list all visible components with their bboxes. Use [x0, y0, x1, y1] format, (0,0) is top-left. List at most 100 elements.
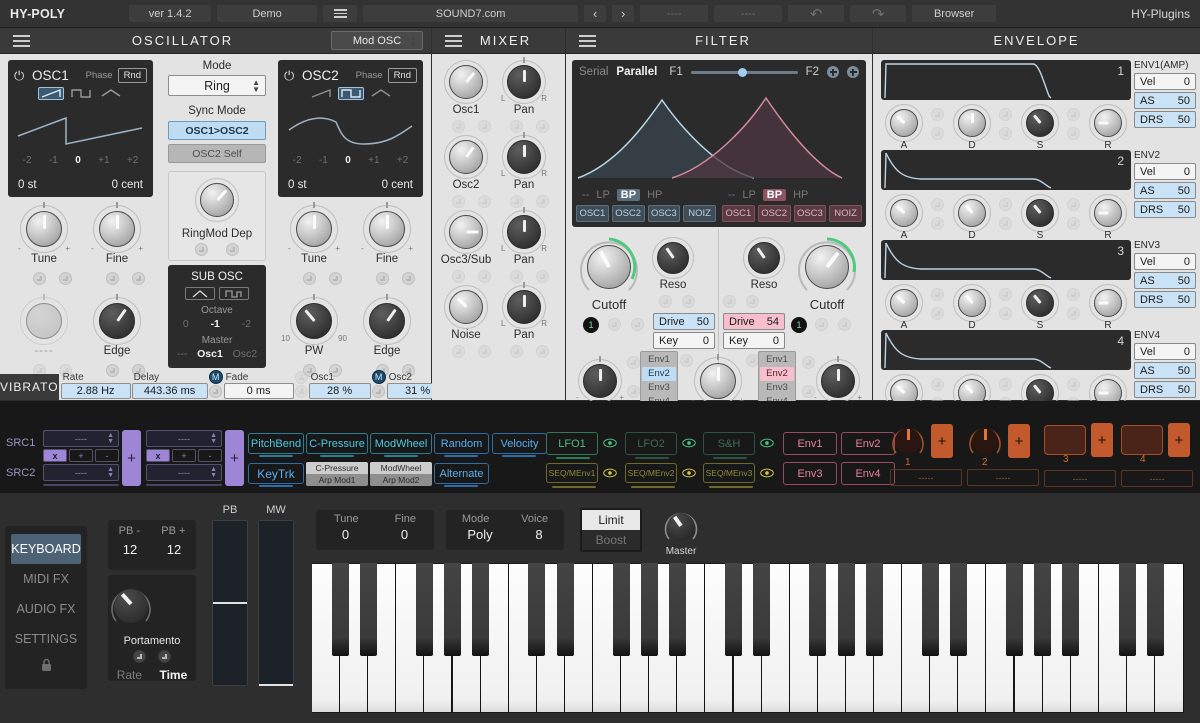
osc1-wave-saw-icon[interactable] [37, 87, 64, 100]
mixer-osc3-mod-b-button[interactable] [478, 270, 491, 283]
boost-button[interactable]: Boost [582, 530, 640, 550]
envelope-2-decay-knob[interactable]: D [953, 194, 991, 241]
osc2-octave-option[interactable]: -1 [319, 155, 328, 166]
sync-osc2-self-button[interactable]: OSC2 Self [168, 144, 266, 163]
sh-view-icon[interactable] [760, 436, 774, 450]
osc1-wave-square-icon[interactable] [68, 87, 94, 100]
osc1-tune-knob[interactable]: - + Tune [18, 202, 70, 265]
filter2-drive-field[interactable]: Drive 54 [723, 313, 785, 330]
src1-b-op-add[interactable]: + [172, 449, 196, 462]
version-button[interactable]: ver 1.4.2 [129, 5, 212, 22]
envelope-1-attack-mod-a-button[interactable] [931, 108, 944, 121]
sub-octave-option[interactable]: 0 [183, 318, 189, 330]
sidebar-item-audio-fx[interactable]: AUDIO FX [11, 594, 81, 624]
vibrato-fade-plus-b-button[interactable] [294, 385, 308, 398]
fine-value[interactable]: 0 [401, 527, 408, 542]
filter1-reso-mod-b-button[interactable] [682, 295, 695, 308]
src1-a-op-subtract[interactable]: - [95, 449, 119, 462]
filter2-key-field[interactable]: Key 0 [723, 332, 785, 349]
filter2-env-option-2[interactable]: Env2 [760, 367, 794, 381]
mixer-noise-mod-a-button[interactable] [452, 345, 465, 358]
mod-keytrk-button[interactable]: KeyTrk [248, 463, 304, 484]
envelope-1-decay-mod-a-button[interactable] [999, 108, 1012, 121]
filter1-cutoff-mod-b-button[interactable] [631, 318, 644, 331]
osc1-octave-option[interactable]: +2 [127, 155, 138, 166]
osc2-tune-knob[interactable]: - + Tune [288, 202, 340, 265]
portamento-time-option[interactable]: Time [159, 668, 187, 682]
vibrato-osc1-mod-badge[interactable]: M [371, 370, 386, 384]
osc1-wave-triangle-icon[interactable] [98, 87, 124, 100]
envelope-1-sustain-mod-a-button[interactable] [1067, 108, 1080, 121]
envelope-1-drs-field[interactable]: DRS 50 [1134, 111, 1196, 128]
filter1-key-field[interactable]: Key 0 [653, 332, 715, 349]
filter-cf-knob[interactable]: - + CF 1+2 [692, 354, 744, 419]
filter2-type-none[interactable]: -- [728, 189, 735, 201]
black-key[interactable] [556, 563, 574, 656]
vibrato-osc1-plus-button[interactable] [372, 385, 386, 398]
mixer-osc3-pan-mod-b-button[interactable] [536, 270, 549, 283]
envelope-1-sustain-knob[interactable]: S [1021, 104, 1059, 151]
src2-b-select[interactable]: ---- ▲ ▼ [146, 464, 222, 481]
filter-menu-icon[interactable] [574, 34, 600, 47]
osc1-edge-knob[interactable]: Edge [93, 294, 141, 357]
osc2-fine-mod-a-button[interactable] [376, 272, 389, 285]
filter1-cutoff-badge[interactable]: 1 [583, 317, 599, 333]
envelope-3-as-field[interactable]: AS 50 [1134, 272, 1196, 289]
macro-2-add-button[interactable]: + [1008, 424, 1030, 458]
osc-mode-select[interactable]: Ring ▲ ▼ [168, 75, 266, 96]
osc2-wave-square-icon[interactable] [337, 87, 364, 100]
mod-velocity-button[interactable]: Velocity [492, 433, 547, 454]
mod-env1-button[interactable]: Env1 [783, 432, 837, 455]
filter2-source-osc1[interactable]: OSC1 [722, 205, 755, 222]
envelope-3-attack-knob[interactable]: A [885, 284, 923, 331]
vibrato-osc1-value[interactable]: 28 % [308, 383, 371, 399]
sub-master-option[interactable]: Osc2 [233, 348, 258, 360]
filter-blend-slider[interactable] [690, 67, 798, 77]
filter-serial-button[interactable]: Serial [579, 66, 608, 78]
macro-1-knob[interactable] [890, 423, 926, 459]
redo-icon[interactable]: ↷ [850, 5, 907, 23]
filter2-cutoff-badge[interactable]: 1 [791, 317, 807, 333]
demo-button[interactable]: Demo [217, 5, 318, 22]
vibrato-delay-mod-badge[interactable]: M [208, 370, 223, 384]
envelope-2-attack-mod-a-button[interactable] [931, 198, 944, 211]
undo-icon[interactable]: ↶ [788, 5, 845, 23]
limit-button[interactable]: Limit [582, 510, 640, 530]
envelope-4-decay-mod-a-button[interactable] [999, 378, 1012, 391]
preset-name-field[interactable]: SOUND7.com [363, 5, 579, 22]
macro-4-field[interactable]: ----- [1121, 470, 1193, 487]
vibrato-fade-plus-a-button[interactable] [294, 371, 308, 384]
filter1-type-hp[interactable]: HP [647, 189, 662, 201]
osc2-fine-knob[interactable]: - + Fine [361, 202, 413, 265]
osc2-phase-button[interactable]: Rnd [387, 67, 417, 83]
prev-preset-button[interactable]: ‹ [584, 5, 607, 22]
osc2-wave-triangle-icon[interactable] [368, 87, 394, 100]
osc2-tune-mod-b-button[interactable] [329, 272, 342, 285]
macro-2-knob[interactable] [967, 423, 1003, 459]
envelope-3-sustain-knob[interactable]: S [1021, 284, 1059, 331]
mixer-osc1-level-knob[interactable]: Osc1 [444, 60, 488, 116]
src2-a-select[interactable]: ---- ▲ ▼ [43, 464, 119, 481]
envelope-2-sustain-mod-a-button[interactable] [1067, 198, 1080, 211]
hamburger-icon[interactable] [323, 5, 358, 22]
macro-3-field[interactable]: ----- [1044, 470, 1116, 487]
envelope-4-graph[interactable]: 4 [881, 330, 1131, 370]
filter1-env-option-3[interactable]: Env3 [642, 381, 676, 395]
mixer-osc1-pan-mod-b-button[interactable] [536, 120, 549, 133]
mixer-noise-mod-b-button[interactable] [478, 345, 491, 358]
envelope-2-attack-knob[interactable]: A [885, 194, 923, 241]
envelope-1-as-field[interactable]: AS 50 [1134, 92, 1196, 109]
mod-sh-button[interactable]: S&H [703, 432, 755, 455]
lock-icon[interactable] [5, 658, 87, 672]
mixer-osc1-mod-b-button[interactable] [478, 120, 491, 133]
modwheel[interactable] [258, 520, 294, 686]
black-key[interactable] [472, 563, 490, 656]
envelope-1-attack-knob[interactable]: A [885, 104, 923, 151]
osc2-edge-knob[interactable]: Edge [363, 294, 411, 357]
sync-osc1-osc2-button[interactable]: OSC1>OSC2 [168, 121, 266, 140]
sidebar-item-keyboard[interactable]: KEYBOARD [11, 534, 81, 564]
osc1-fine-knob[interactable]: - + Fine [91, 202, 143, 265]
osc1-phase-button[interactable]: Rnd [117, 67, 147, 83]
osc1-tune-mod-b-button[interactable] [59, 272, 72, 285]
filter2-cutoff-mod-b-button[interactable] [838, 318, 851, 331]
